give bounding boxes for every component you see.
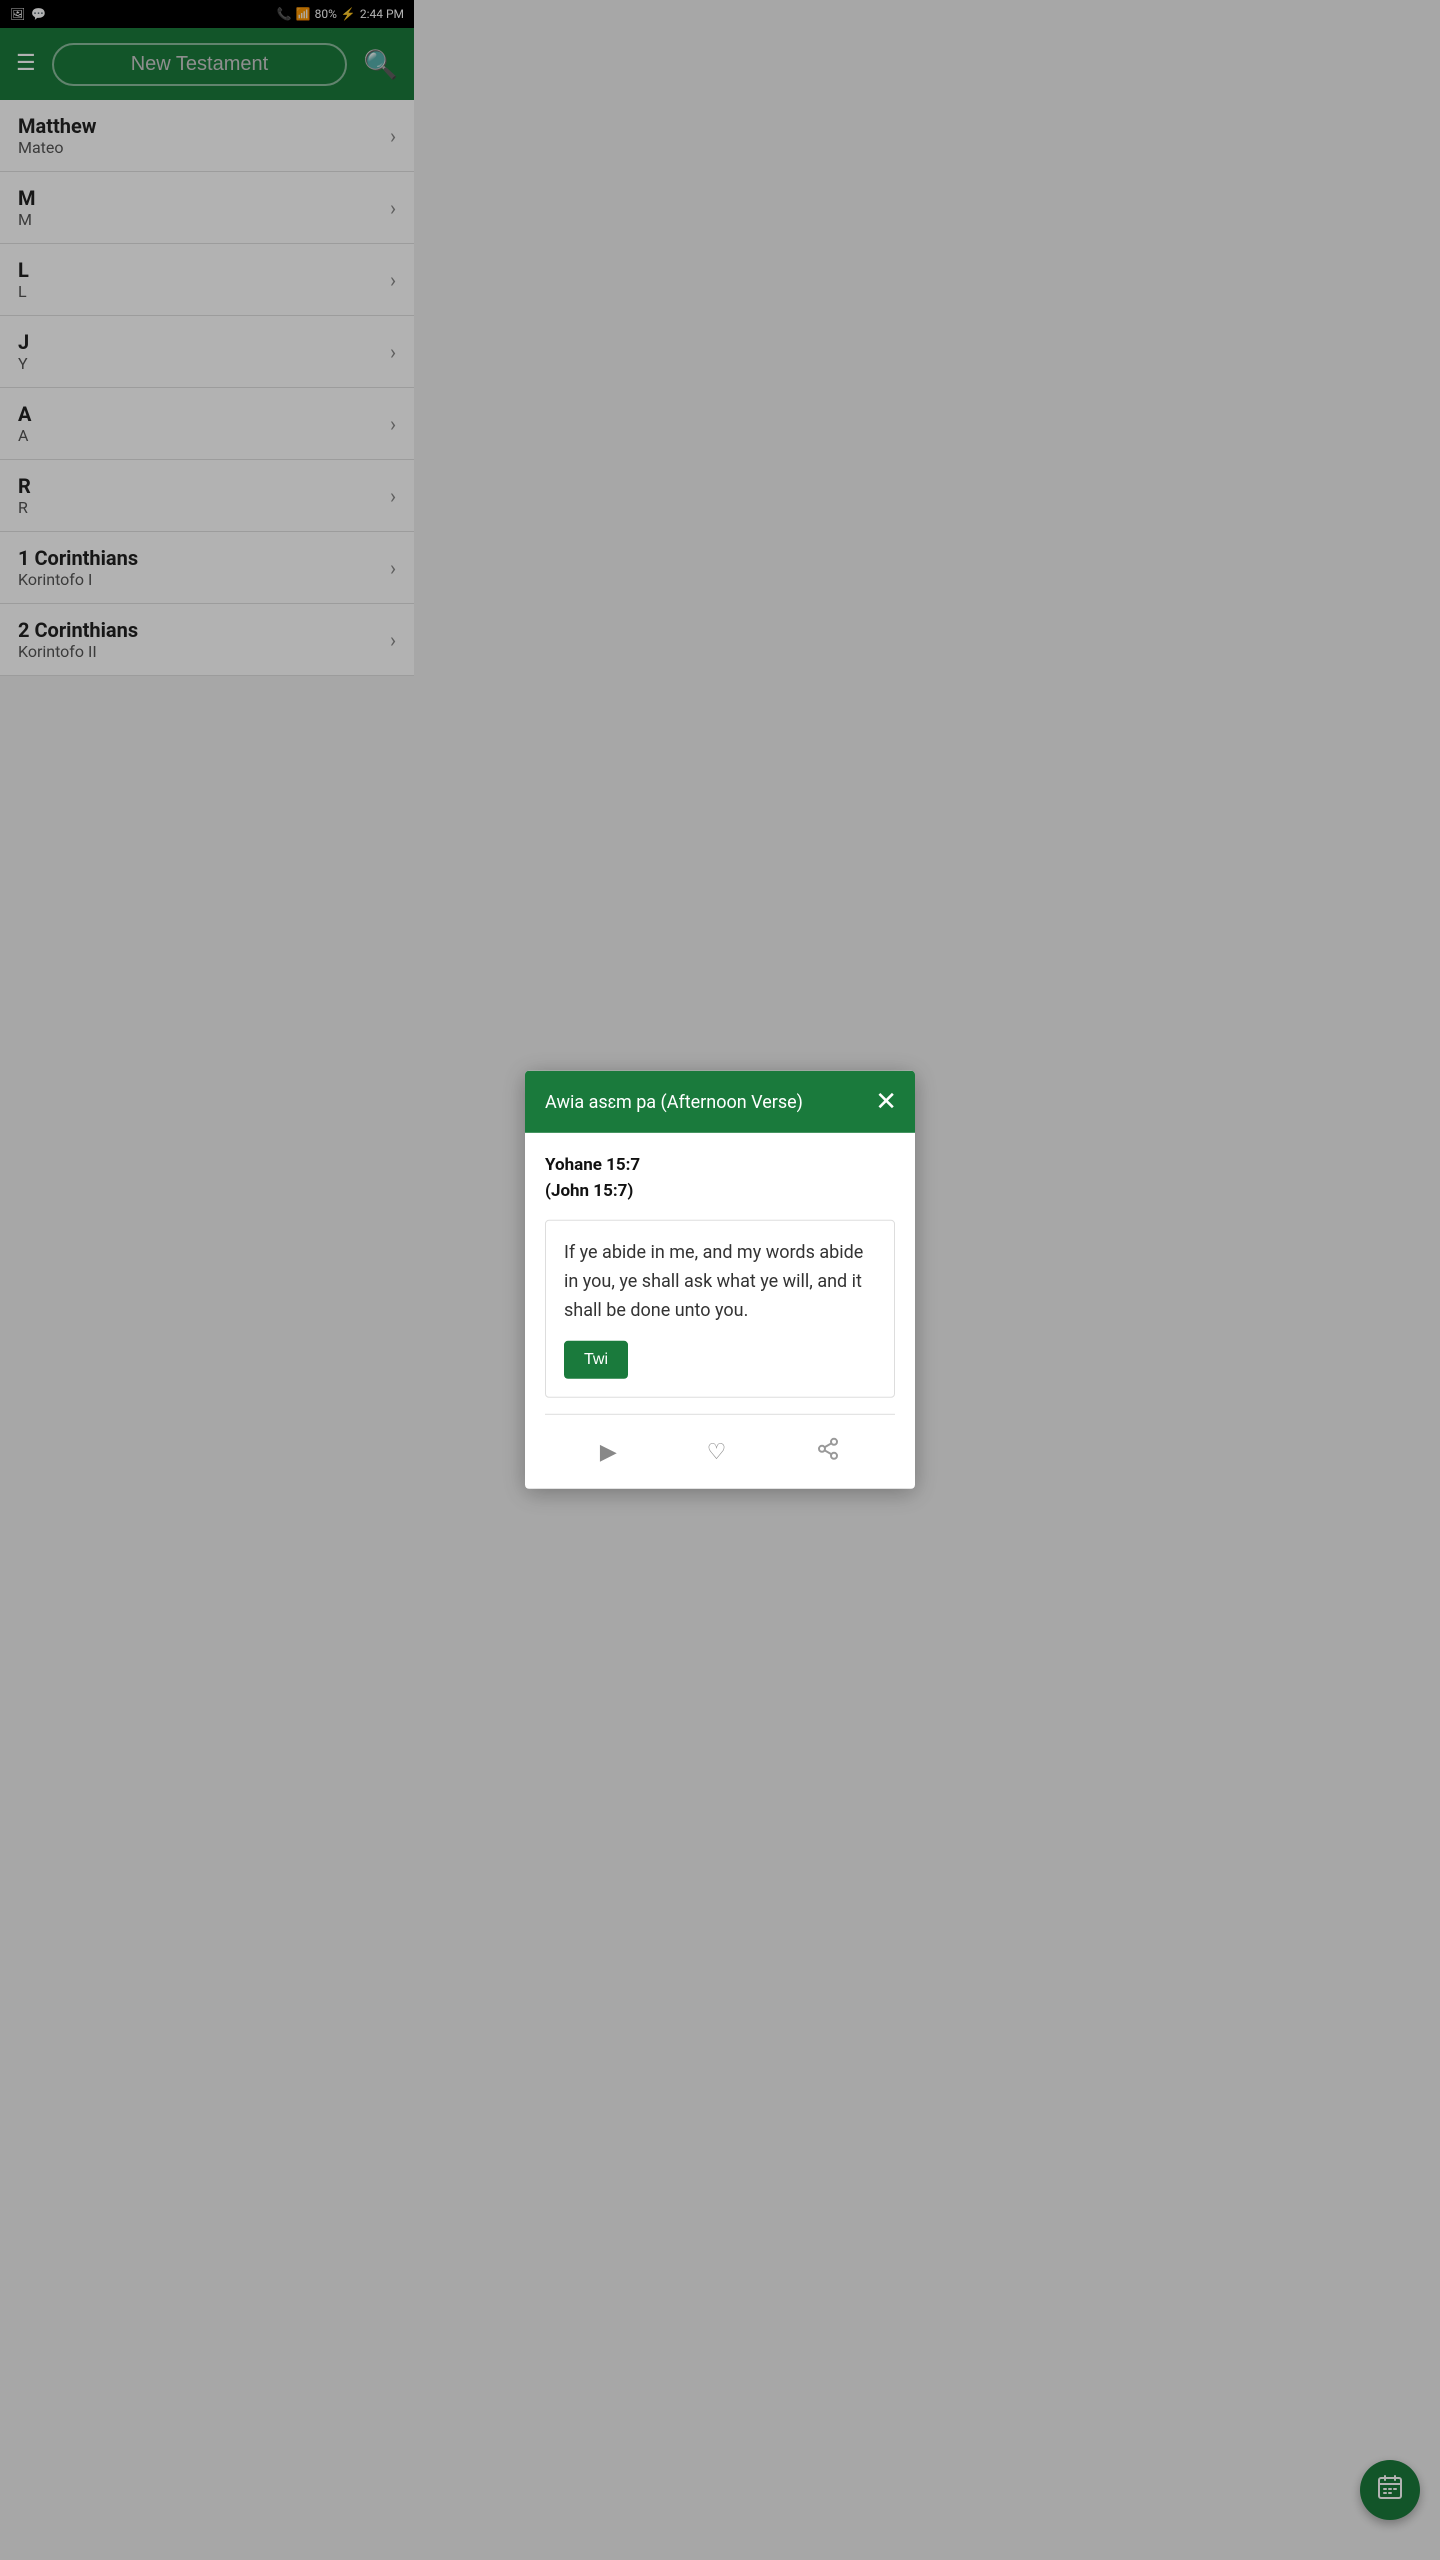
twi-language-button[interactable]: Twi [564, 1341, 628, 1379]
verse-text-box: If ye abide in me, and my words abide in… [545, 1220, 895, 1398]
afternoon-verse-modal: Awia asɛm pa (Afternoon Verse) ✕ Yohane … [525, 1071, 915, 1489]
modal-title: Awia asɛm pa (Afternoon Verse) [545, 1091, 875, 1112]
heart-icon: ♡ [707, 1439, 727, 1464]
modal-close-button[interactable]: ✕ [875, 1089, 897, 1115]
favorite-button[interactable]: ♡ [691, 1433, 743, 1471]
verse-reference: Yohane 15:7(John 15:7) [545, 1153, 895, 1204]
play-icon: ▶ [600, 1439, 617, 1464]
modal-header: Awia asɛm pa (Afternoon Verse) ✕ [525, 1071, 915, 1133]
modal-action-bar: ▶ ♡ [545, 1414, 895, 1489]
modal-body: Yohane 15:7(John 15:7) If ye abide in me… [525, 1133, 915, 1489]
play-button[interactable]: ▶ [584, 1433, 633, 1471]
share-icon [816, 1444, 840, 1466]
share-button[interactable] [800, 1431, 856, 1473]
verse-text: If ye abide in me, and my words abide in… [564, 1239, 876, 1325]
